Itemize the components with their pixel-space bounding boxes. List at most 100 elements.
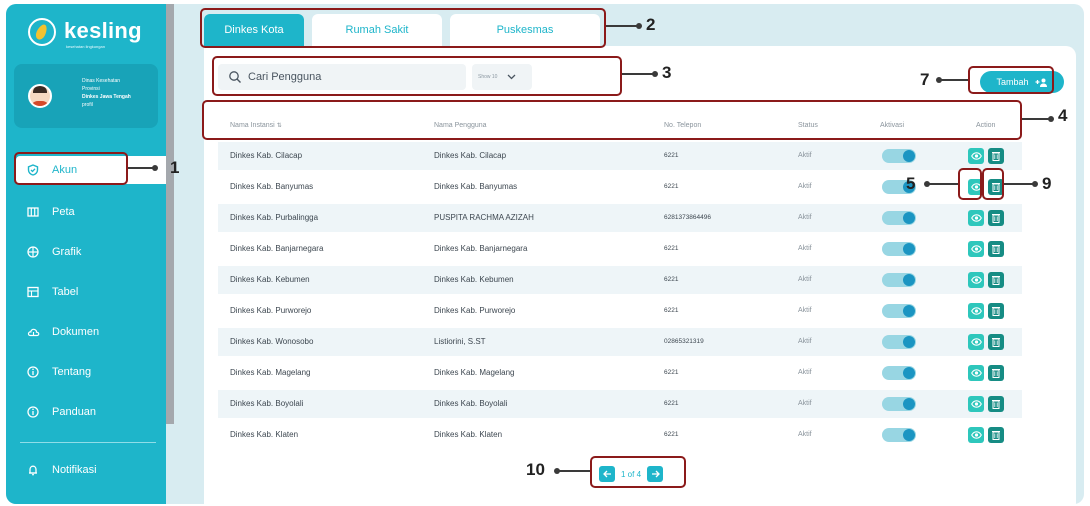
table-row: Dinkes Kab. Cilacap Dinkes Kab. Cilacap 62…: [218, 142, 1022, 170]
sidebar-item-dokumen[interactable]: Dokumen: [6, 318, 166, 346]
annotation-number: 10: [526, 460, 545, 479]
delete-button[interactable]: [988, 148, 1004, 164]
aktivasi-toggle[interactable]: [882, 335, 916, 349]
aktivasi-toggle[interactable]: [882, 149, 916, 163]
bell-icon: [26, 463, 40, 477]
sidebar-item-label: Tentang: [52, 366, 92, 378]
eye-icon: [970, 369, 982, 377]
cell-telepon: 6281373864496: [664, 214, 711, 221]
view-button[interactable]: [968, 396, 984, 412]
sidebar-item-notifikasi[interactable]: Notifikasi: [6, 456, 166, 484]
annotation-leader: [622, 73, 654, 75]
annotation-leader: [1022, 118, 1050, 120]
view-button[interactable]: [968, 272, 984, 288]
profile-card[interactable]: Dinas Kesehatan Provinsi Dinkes Jawa Ten…: [14, 64, 158, 128]
delete-button[interactable]: [988, 427, 1004, 443]
aktivasi-toggle[interactable]: [882, 304, 916, 318]
aktivasi-toggle[interactable]: [882, 428, 916, 442]
sidebar-item-tentang[interactable]: Tentang: [6, 358, 166, 386]
trash-icon: [992, 431, 1000, 440]
delete-button[interactable]: [988, 396, 1004, 412]
sidebar-item-label: Notifikasi: [52, 464, 97, 476]
sidebar-item-label: Peta: [52, 206, 75, 218]
trash-icon: [992, 245, 1000, 254]
annotation-leader: [556, 470, 590, 472]
annotation-box-3: [212, 56, 622, 96]
annotation-box-5: [958, 168, 982, 200]
delete-button[interactable]: [988, 241, 1004, 257]
sidebar: kesling kesehatan lingkungan Dinas Keseh…: [6, 4, 166, 504]
cell-instansi: Dinkes Kab. Cilacap: [230, 151, 303, 160]
table-row: Dinkes Kab. Klaten Dinkes Kab. Klaten 6221…: [218, 421, 1022, 449]
view-button[interactable]: [968, 303, 984, 319]
aktivasi-toggle[interactable]: [882, 397, 916, 411]
cell-status: Aktif: [798, 431, 812, 438]
table-row: Dinkes Kab. Banjarnegara Dinkes Kab. Banj…: [218, 235, 1022, 263]
delete-button[interactable]: [988, 334, 1004, 350]
cell-status: Aktif: [798, 214, 812, 221]
cell-pengguna: Dinkes Kab. Purworejo: [434, 306, 516, 315]
sidebar-item-label: Dokumen: [52, 326, 100, 338]
view-button[interactable]: [968, 365, 984, 381]
cell-pengguna: Dinkes Kab. Banyumas: [434, 182, 518, 191]
avatar: [28, 84, 52, 108]
profile-line: Dinkes Jawa Tengah: [82, 94, 131, 100]
sidebar-divider: [20, 442, 156, 443]
sidebar-item-tabel[interactable]: Tabel: [6, 278, 166, 306]
view-button[interactable]: [968, 241, 984, 257]
trash-icon: [992, 307, 1000, 316]
cell-pengguna: Dinkes Kab. Banjarnegara: [434, 244, 528, 253]
cell-pengguna: Dinkes Kab. Klaten: [434, 430, 503, 439]
profile-line: Provinsi: [82, 86, 100, 92]
sidebar-item-label: Grafik: [52, 246, 82, 258]
trash-icon: [992, 152, 1000, 161]
sidebar-item-label: Panduan: [52, 406, 97, 418]
delete-button[interactable]: [988, 365, 1004, 381]
view-button[interactable]: [968, 210, 984, 226]
trash-icon: [992, 338, 1000, 347]
sidebar-item-panduan[interactable]: Panduan: [6, 398, 166, 426]
annotation-leader: [1004, 183, 1034, 185]
annotation-number: 4: [1058, 106, 1068, 125]
annotation-leader: [128, 167, 154, 169]
view-button[interactable]: [968, 148, 984, 164]
annotation-box-10: [590, 456, 686, 488]
eye-icon: [970, 152, 982, 160]
logo-icon: [28, 18, 56, 46]
delete-button[interactable]: [988, 210, 1004, 226]
annotation-number: 7: [920, 70, 930, 89]
aktivasi-toggle[interactable]: [882, 366, 916, 380]
info-icon: [26, 405, 40, 419]
eye-icon: [970, 400, 982, 408]
delete-button[interactable]: [988, 303, 1004, 319]
profile-line: Dinas Kesehatan: [82, 78, 121, 84]
delete-button[interactable]: [988, 272, 1004, 288]
sidebar-item-grafik[interactable]: Grafik: [6, 238, 166, 266]
map-icon: [26, 205, 40, 219]
cell-instansi: Dinkes Kab. Purworejo: [230, 306, 312, 315]
aktivasi-toggle[interactable]: [882, 211, 916, 225]
cell-pengguna: Dinkes Kab. Boyolali: [434, 399, 508, 408]
cell-status: Aktif: [798, 338, 812, 345]
cell-instansi: Dinkes Kab. Purbalingga: [230, 213, 319, 222]
logo-text: kesling: [64, 18, 142, 43]
sidebar-item-label: Tabel: [52, 286, 79, 298]
sidebar-scrollbar[interactable]: [166, 4, 174, 424]
table-row: Dinkes Kab. Boyolali Dinkes Kab. Boyolali…: [218, 390, 1022, 418]
view-button[interactable]: [968, 334, 984, 350]
eye-icon: [970, 431, 982, 439]
annotation-number: 3: [662, 63, 672, 82]
aktivasi-toggle[interactable]: [882, 273, 916, 287]
table-row: Dinkes Kab. Kebumen Dinkes Kab. Kebumen 62…: [218, 266, 1022, 294]
aktivasi-toggle[interactable]: [882, 242, 916, 256]
cell-status: Aktif: [798, 276, 812, 283]
sidebar-item-peta[interactable]: Peta: [6, 198, 166, 226]
cell-status: Aktif: [798, 369, 812, 376]
table-row: Dinkes Kab. Purworejo Dinkes Kab. Purwore…: [218, 297, 1022, 325]
annotation-dot: [1048, 116, 1054, 122]
cell-pengguna: Dinkes Kab. Magelang: [434, 368, 515, 377]
chart-icon: [26, 245, 40, 259]
view-button[interactable]: [968, 427, 984, 443]
table-row: Dinkes Kab. Banyumas Dinkes Kab. Banyumas…: [218, 173, 1022, 201]
cell-pengguna: PUSPITA RACHMA AZIZAH: [434, 213, 534, 222]
